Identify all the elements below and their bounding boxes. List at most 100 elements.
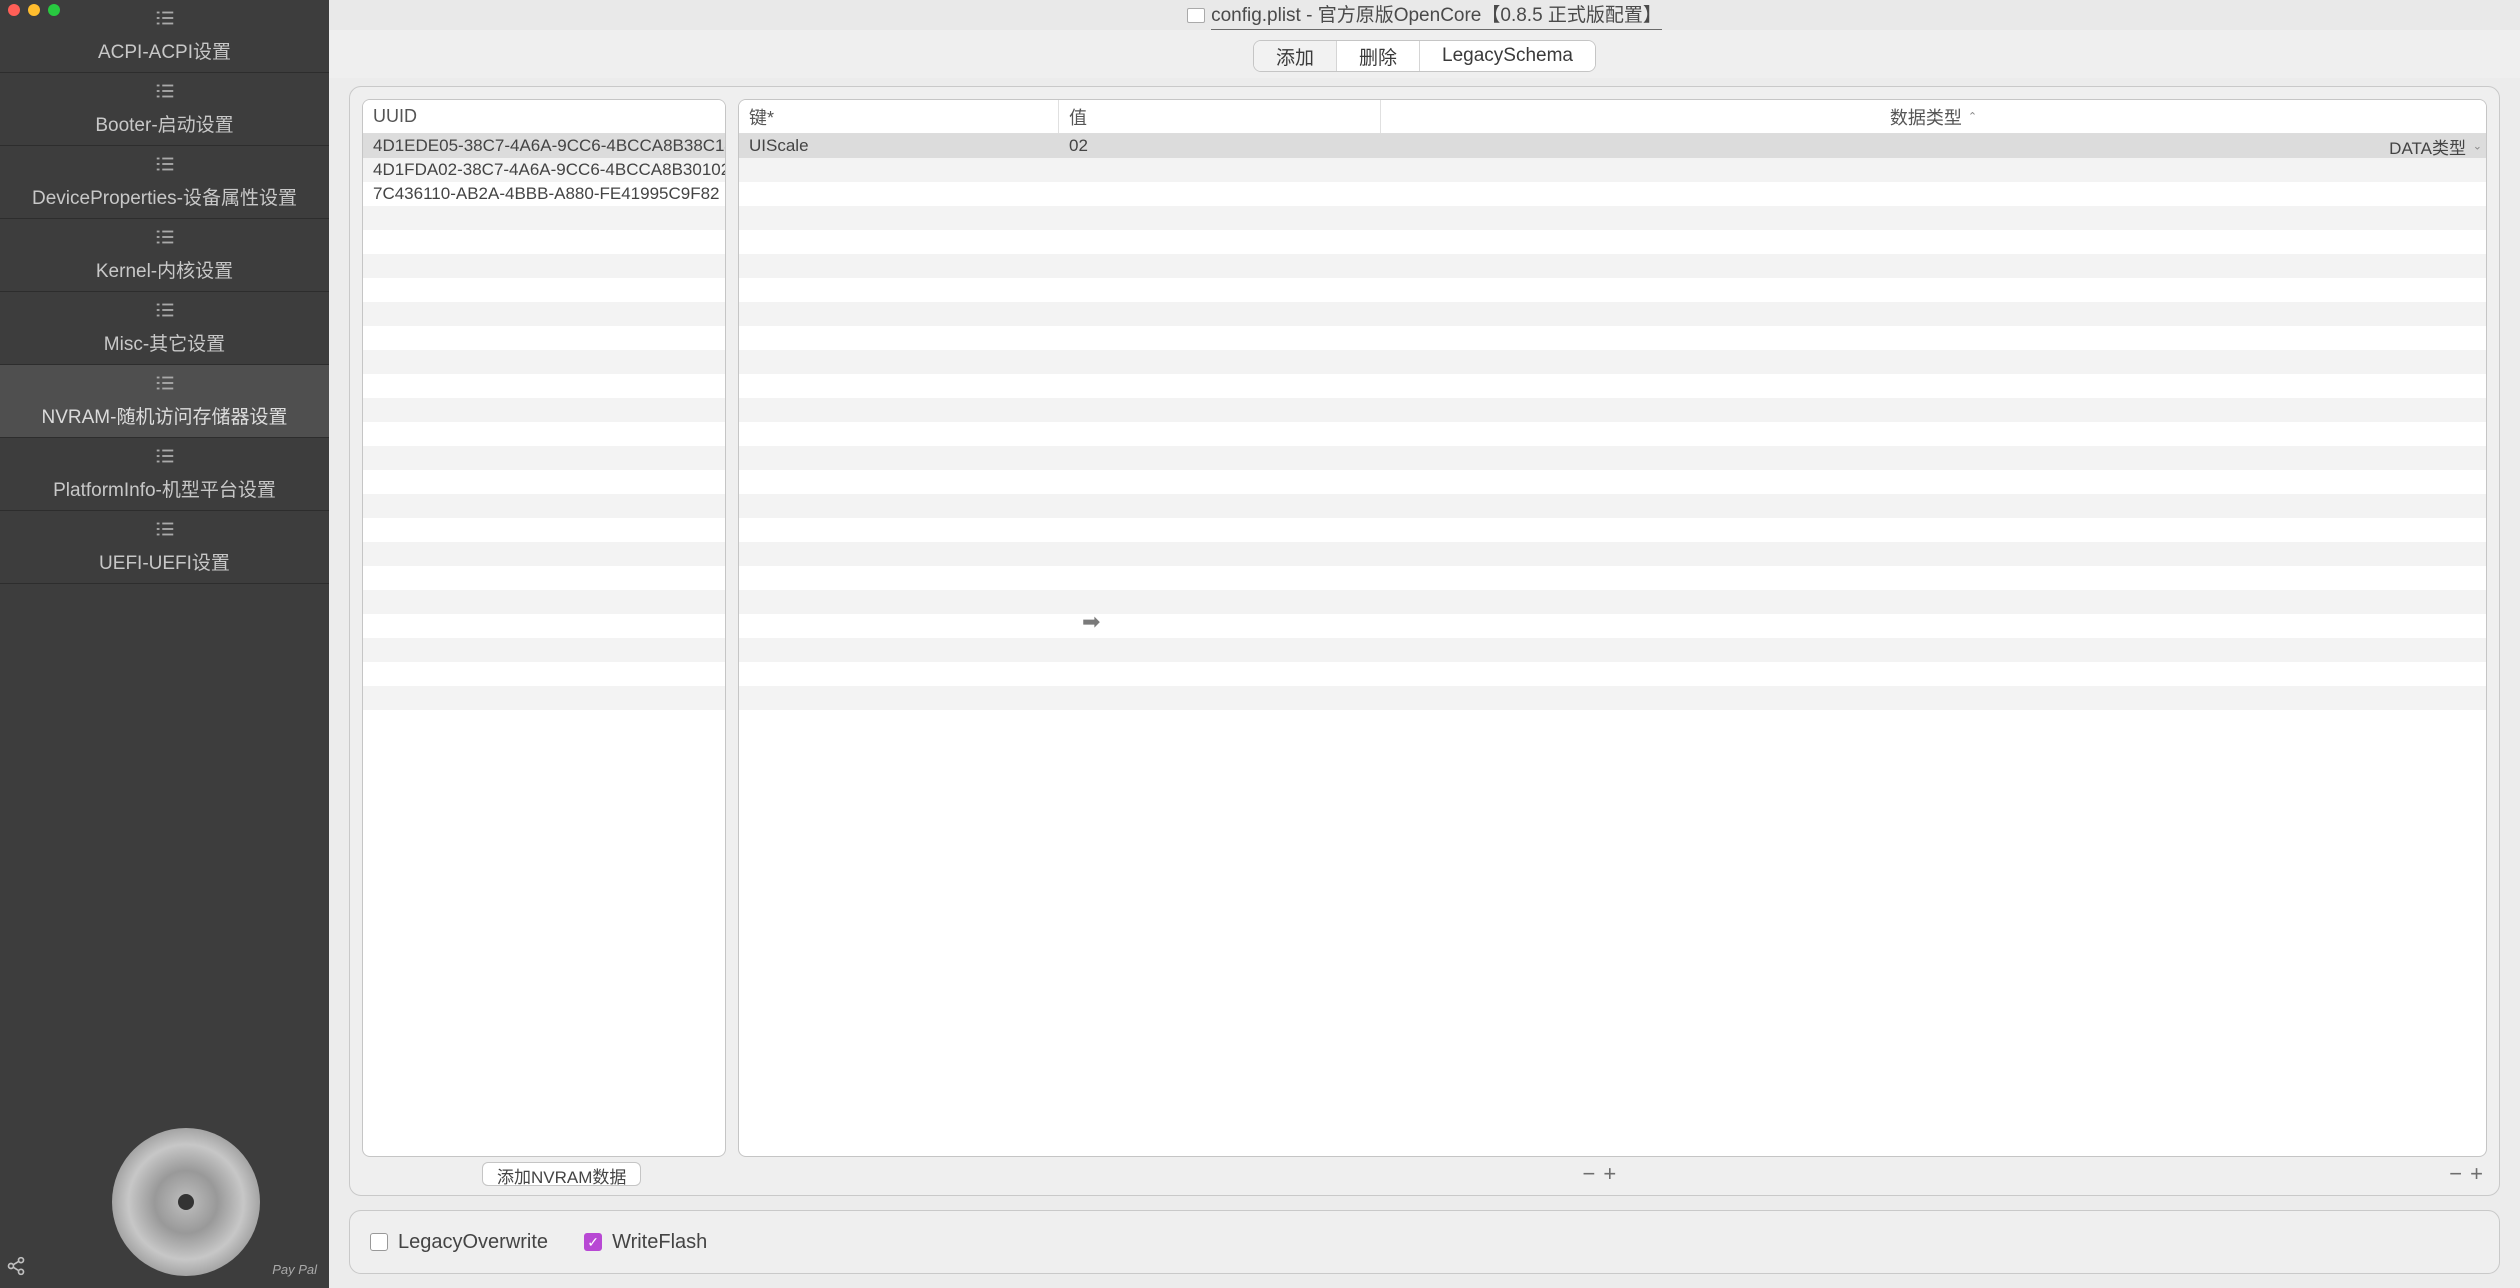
uuid-row — [363, 254, 725, 278]
list-icon — [154, 228, 176, 252]
uuid-row — [363, 518, 725, 542]
list-icon — [154, 301, 176, 325]
kv-header-key[interactable]: 键* — [739, 100, 1059, 133]
kv-row — [739, 158, 2486, 182]
checkbox-icon: ✓ — [584, 1233, 602, 1251]
kv-cell-type: DATA类型⌄ — [1381, 134, 2486, 159]
uuid-header[interactable]: UUID — [363, 100, 725, 133]
sidebar-item-5[interactable]: NVRAM-随机访问存储器设置 — [0, 365, 329, 438]
main-area: config.plist - 官方原版OpenCore【0.8.5 正式版配置】… — [329, 0, 2520, 1288]
sidebar-item-label: Booter-启动设置 — [95, 110, 233, 137]
list-icon — [154, 520, 176, 544]
kv-row — [739, 422, 2486, 446]
sidebar-item-7[interactable]: UEFI-UEFI设置 — [0, 511, 329, 584]
uuid-row — [363, 230, 725, 254]
kv-row — [739, 230, 2486, 254]
options-panel: LegacyOverwrite ✓ WriteFlash — [349, 1210, 2500, 1274]
uuid-cell: 4D1FDA02-38C7-4A6A-9CC6-4BCCA8B30102 — [363, 160, 725, 180]
kv-header-type-label: 数据类型 — [1890, 104, 1962, 130]
list-icon — [154, 374, 176, 398]
list-icon — [154, 155, 176, 179]
sidebar-item-label: PlatformInfo-机型平台设置 — [53, 475, 276, 502]
sidebar-item-3[interactable]: Kernel-内核设置 — [0, 219, 329, 292]
tab-strip: 添加删除LegacySchema — [329, 30, 2520, 78]
tab-1[interactable]: 删除 — [1337, 41, 1420, 71]
sidebar-item-label: Kernel-内核设置 — [96, 256, 233, 283]
uuid-row — [363, 398, 725, 422]
kv-row — [739, 182, 2486, 206]
kv-row — [739, 494, 2486, 518]
kv-row — [739, 470, 2486, 494]
arrow-right-icon[interactable]: ➡ — [1082, 609, 1100, 635]
kv-add-button[interactable]: + — [2470, 1161, 2487, 1187]
uuid-row[interactable]: 4D1FDA02-38C7-4A6A-9CC6-4BCCA8B30102 — [363, 158, 725, 182]
uuid-row — [363, 278, 725, 302]
kv-row — [739, 638, 2486, 662]
kv-row — [739, 590, 2486, 614]
uuid-row — [363, 206, 725, 230]
kv-row — [739, 566, 2486, 590]
uuid-row — [363, 614, 725, 638]
tab-0[interactable]: 添加 — [1254, 41, 1337, 71]
kv-row[interactable]: UIScale02DATA类型⌄ — [739, 134, 2486, 158]
uuid-row — [363, 446, 725, 470]
list-icon — [154, 9, 176, 33]
uuid-row — [363, 686, 725, 710]
kv-row — [739, 518, 2486, 542]
sort-icon: ⌃ — [1968, 110, 1977, 123]
paypal-label[interactable]: Pay Pal — [272, 1264, 317, 1276]
uuid-row — [363, 422, 725, 446]
kv-row — [739, 350, 2486, 374]
uuid-row[interactable]: 7C436110-AB2A-4BBB-A880-FE41995C9F82 — [363, 182, 725, 206]
uuid-row — [363, 590, 725, 614]
uuid-row — [363, 326, 725, 350]
write-flash-checkbox[interactable]: ✓ WriteFlash — [584, 1231, 707, 1254]
kv-cell-value: 02 — [1059, 136, 1381, 156]
sidebar-item-1[interactable]: Booter-启动设置 — [0, 73, 329, 146]
kv-row — [739, 398, 2486, 422]
uuid-add-button[interactable]: + — [1603, 1161, 1620, 1187]
maximize-icon[interactable] — [48, 4, 60, 16]
uuid-cell: 4D1EDE05-38C7-4A6A-9CC6-4BCCA8B38C14 — [363, 136, 725, 156]
sidebar-item-6[interactable]: PlatformInfo-机型平台设置 — [0, 438, 329, 511]
sidebar-item-2[interactable]: DeviceProperties-设备属性设置 — [0, 146, 329, 219]
uuid-remove-button[interactable]: − — [1582, 1161, 1599, 1187]
uuid-row — [363, 638, 725, 662]
list-icon — [154, 82, 176, 106]
kv-row — [739, 374, 2486, 398]
uuid-row — [363, 542, 725, 566]
kv-header-type[interactable]: 数据类型 ⌃ — [1381, 100, 2486, 133]
kv-table: 键* 值 数据类型 ⌃ UIScale02DATA类型⌄ — [738, 99, 2487, 1157]
kv-header-value[interactable]: 值 — [1059, 100, 1381, 133]
uuid-row — [363, 662, 725, 686]
disc-image — [112, 1128, 260, 1276]
legacy-overwrite-checkbox[interactable]: LegacyOverwrite — [370, 1231, 548, 1254]
kv-row — [739, 206, 2486, 230]
kv-row — [739, 686, 2486, 710]
uuid-row[interactable]: 4D1EDE05-38C7-4A6A-9CC6-4BCCA8B38C14 — [363, 134, 725, 158]
uuid-cell: 7C436110-AB2A-4BBB-A880-FE41995C9F82 — [363, 184, 725, 204]
uuid-table: UUID 4D1EDE05-38C7-4A6A-9CC6-4BCCA8B38C1… — [362, 99, 726, 1157]
dropdown-icon[interactable]: ⌄ — [2473, 140, 2482, 153]
document-icon — [1187, 8, 1205, 23]
sidebar-item-label: DeviceProperties-设备属性设置 — [32, 183, 297, 210]
close-icon[interactable] — [8, 4, 20, 16]
sidebar-item-label: UEFI-UEFI设置 — [99, 548, 230, 575]
kv-row — [739, 326, 2486, 350]
title-bar: config.plist - 官方原版OpenCore【0.8.5 正式版配置】 — [329, 0, 2520, 30]
list-icon — [154, 447, 176, 471]
legacy-overwrite-label: LegacyOverwrite — [398, 1231, 548, 1254]
kv-remove-button[interactable]: − — [2449, 1161, 2466, 1187]
sidebar: ACPI-ACPI设置Booter-启动设置DeviceProperties-设… — [0, 0, 329, 1288]
minimize-icon[interactable] — [28, 4, 40, 16]
uuid-row — [363, 566, 725, 590]
sidebar-item-4[interactable]: Misc-其它设置 — [0, 292, 329, 365]
kv-row — [739, 614, 2486, 638]
tab-2[interactable]: LegacySchema — [1420, 41, 1595, 71]
uuid-row — [363, 374, 725, 398]
add-nvram-button[interactable]: 添加NVRAM数据 — [482, 1162, 641, 1186]
share-icon[interactable] — [6, 1256, 26, 1276]
kv-row — [739, 542, 2486, 566]
sidebar-item-label: Misc-其它设置 — [104, 329, 225, 356]
kv-row — [739, 254, 2486, 278]
